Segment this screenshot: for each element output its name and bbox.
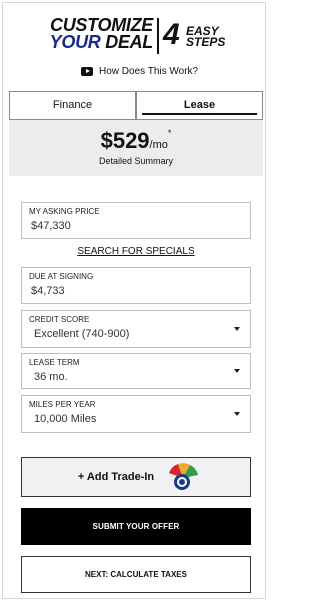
active-tab-indicator	[142, 113, 257, 115]
payment-summary: $529/mo* Detailed Summary	[9, 120, 263, 176]
chevron-down-icon	[234, 412, 240, 416]
lease-term-label: LEASE TERM	[29, 358, 80, 367]
credit-score-value: Excellent (740-900)	[34, 328, 130, 340]
chevron-down-icon	[234, 327, 240, 331]
lease-term-select[interactable]: LEASE TERM 36 mo.	[21, 353, 251, 389]
header-line-2: YOUR DEAL	[43, 32, 154, 52]
customize-deal-header: CUSTOMIZE YOUR DEAL 4 EASY STEPS	[43, 16, 243, 59]
trade-value-gauge-icon	[169, 463, 198, 490]
credit-score-select[interactable]: CREDIT SCORE Excellent (740-900)	[21, 310, 251, 348]
asking-price-value: $47,330	[31, 220, 71, 232]
asking-price-field[interactable]: MY ASKING PRICE $47,330	[21, 202, 251, 239]
miles-per-year-label: MILES PER YEAR	[29, 400, 96, 409]
search-specials-link[interactable]: SEARCH FOR SPECIALS	[3, 246, 269, 257]
submit-offer-button[interactable]: SUBMIT YOUR OFFER	[21, 508, 251, 545]
deal-panel: CUSTOMIZE YOUR DEAL 4 EASY STEPS How Doe…	[2, 2, 266, 599]
tab-finance[interactable]: Finance	[9, 91, 136, 120]
add-trade-in-label: + Add Trade-In	[77, 471, 155, 483]
add-trade-in-button[interactable]: + Add Trade-In	[21, 457, 251, 497]
chevron-down-icon	[234, 369, 240, 373]
how-it-works-link[interactable]: How Does This Work?	[81, 64, 198, 78]
monthly-payment: $529/mo*	[9, 128, 263, 154]
header-deal-word: DEAL	[105, 32, 153, 52]
lease-term-value: 36 mo.	[34, 371, 68, 383]
header-title: CUSTOMIZE YOUR DEAL	[43, 16, 154, 52]
price-asterisk: *	[167, 128, 172, 138]
miles-per-year-value: 10,000 Miles	[34, 413, 97, 425]
due-at-signing-label: DUE AT SIGNING	[29, 272, 94, 281]
asking-price-label: MY ASKING PRICE	[29, 207, 100, 216]
steps-label: EASY STEPS	[186, 25, 226, 49]
header-divider	[157, 18, 159, 54]
detailed-summary-link[interactable]: Detailed Summary	[9, 156, 263, 166]
monthly-price: $529	[100, 128, 150, 153]
due-at-signing-field[interactable]: DUE AT SIGNING $4,733	[21, 267, 251, 304]
miles-per-year-select[interactable]: MILES PER YEAR 10,000 Miles	[21, 395, 251, 433]
steps-number: 4	[163, 18, 180, 51]
credit-score-label: CREDIT SCORE	[29, 315, 90, 324]
calculate-taxes-button[interactable]: NEXT: CALCULATE TAXES	[21, 556, 251, 593]
due-at-signing-value: $4,733	[31, 285, 65, 297]
tab-lease-label: Lease	[183, 99, 216, 111]
video-play-icon	[81, 66, 93, 76]
how-it-works-text: How Does This Work?	[99, 65, 199, 77]
tab-lease[interactable]: Lease	[136, 91, 263, 120]
steps-word-steps: STEPS	[186, 35, 226, 49]
price-unit: /mo	[149, 139, 168, 151]
header-accent-word: YOUR	[49, 32, 101, 52]
